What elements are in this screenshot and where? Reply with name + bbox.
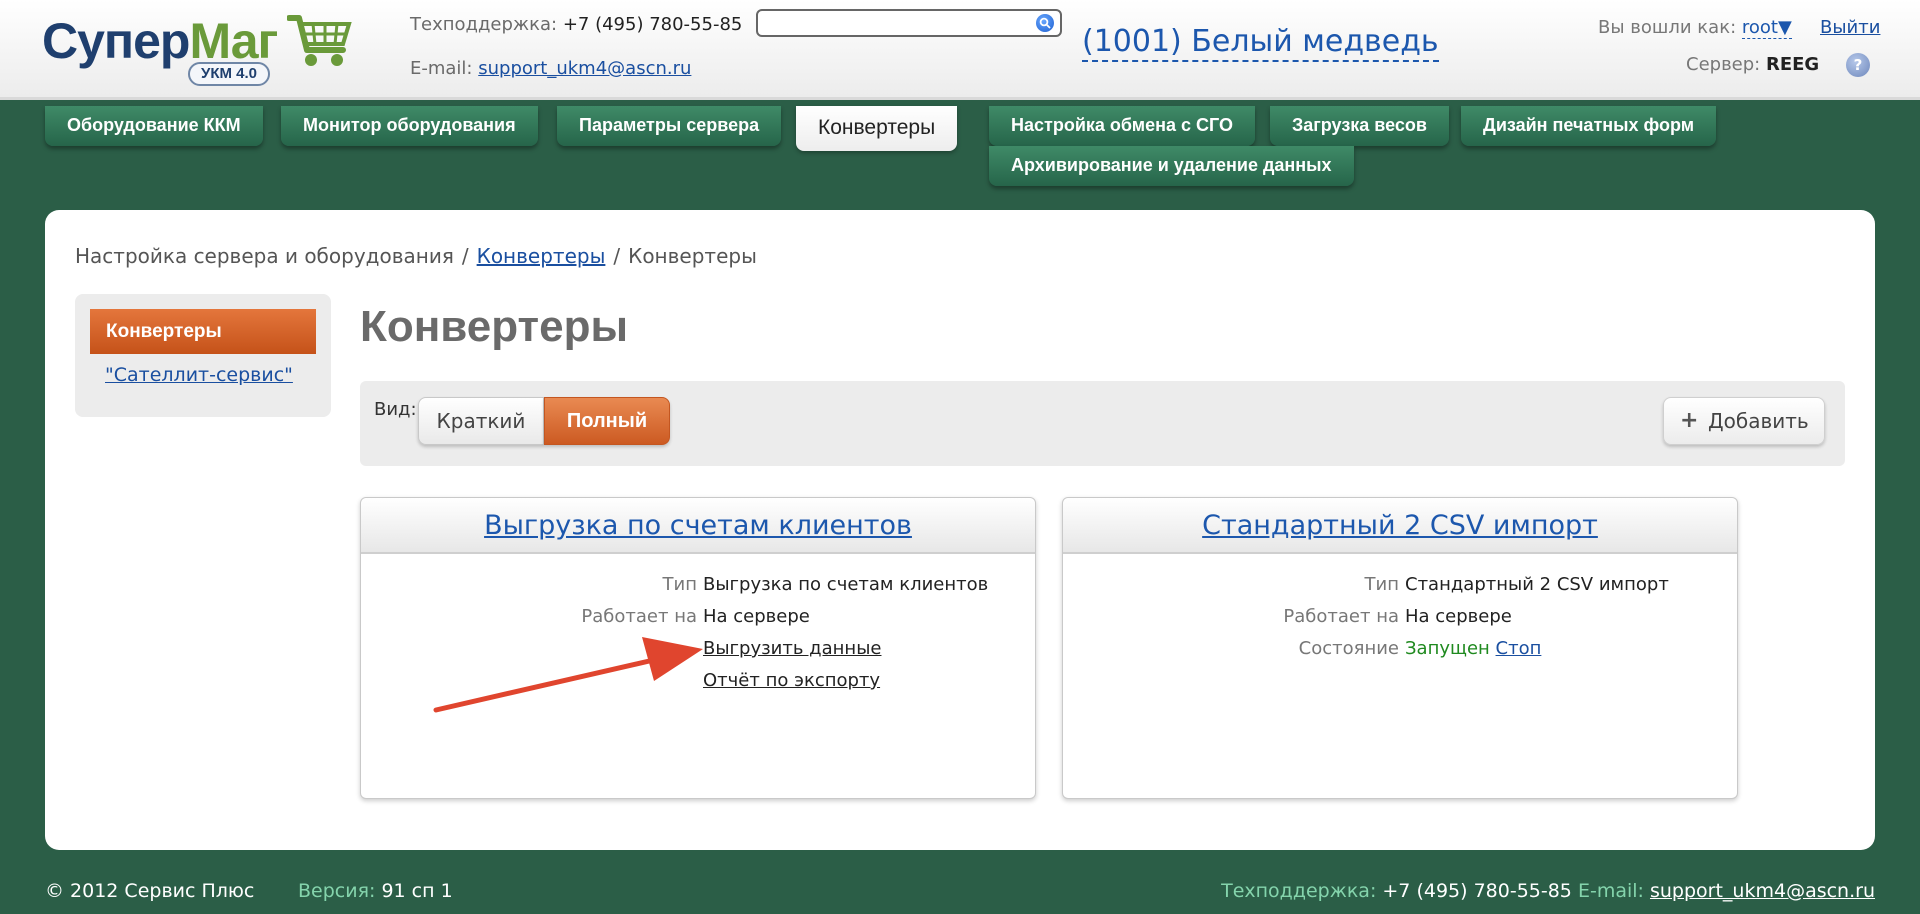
- server-info: Сервер: REEG: [1686, 54, 1819, 75]
- type-label: Тип: [662, 574, 697, 595]
- state-value: Запущен: [1405, 638, 1490, 659]
- runs-on-label: Работает на: [1283, 606, 1399, 627]
- breadcrumb-separator: /: [461, 244, 469, 268]
- breadcrumb-root: Настройка сервера и оборудования: [75, 244, 454, 268]
- chevron-down-icon: ▼: [1777, 17, 1792, 38]
- footer-email-link[interactable]: support_ukm4@ascn.ru: [1650, 880, 1875, 902]
- card-header: Стандартный 2 CSV импорт: [1063, 498, 1737, 554]
- support-label: Техподдержка:: [410, 14, 558, 35]
- footer-support: Техподдержка: +7 (495) 780-55-85 E-mail:…: [1221, 880, 1875, 902]
- runs-on-value: На сервере: [703, 606, 810, 627]
- version-badge: УКМ 4.0: [188, 62, 270, 86]
- export-report-link[interactable]: Отчёт по экспорту: [703, 670, 880, 691]
- breadcrumb-current: Конвертеры: [628, 244, 757, 268]
- login-info: Вы вошли как: root▼: [1598, 17, 1792, 39]
- page-title: Конвертеры: [360, 302, 629, 351]
- logo-part1: Супер: [42, 13, 190, 69]
- view-label: Вид:: [374, 399, 417, 420]
- footer-support-label: Техподдержка:: [1221, 880, 1377, 902]
- annotation-arrow: [433, 637, 703, 713]
- logo[interactable]: СуперМаг УКМ 4.0: [42, 10, 352, 90]
- type-value: Стандартный 2 CSV импорт: [1405, 574, 1669, 595]
- breadcrumb-link-converters[interactable]: Конвертеры: [477, 244, 606, 268]
- user-menu[interactable]: root▼: [1741, 17, 1792, 39]
- card-title-link[interactable]: Стандартный 2 CSV импорт: [1202, 510, 1598, 541]
- type-label: Тип: [1364, 574, 1399, 595]
- store-selector[interactable]: (1001) Белый медведь: [1082, 24, 1439, 62]
- stop-link[interactable]: Стоп: [1496, 638, 1542, 659]
- tab-sgo-exchange[interactable]: Настройка обмена с СГО: [989, 106, 1255, 146]
- add-button-label: Добавить: [1708, 409, 1809, 433]
- username: root: [1741, 17, 1778, 38]
- server-label: Сервер:: [1686, 54, 1761, 75]
- card-header: Выгрузка по счетам клиентов: [361, 498, 1035, 554]
- support-phone: +7 (495) 780-55-85: [562, 14, 743, 35]
- content-panel: Настройка сервера и оборудования / Конверт…: [45, 210, 1875, 850]
- breadcrumb-separator: /: [613, 244, 621, 268]
- footer-version: Версия: 91 сп 1: [298, 880, 453, 902]
- view-short-button[interactable]: Краткий: [418, 397, 544, 445]
- sidebar: Конвертеры "Сателлит-сервис": [75, 294, 331, 417]
- tab-equipment-kkm[interactable]: Оборудование ККМ: [45, 106, 263, 146]
- email-link[interactable]: support_ukm4@ascn.ru: [478, 58, 691, 79]
- converter-card: Стандартный 2 CSV импорт Тип Стандартный…: [1062, 497, 1738, 799]
- view-full-button[interactable]: Полный: [544, 397, 670, 445]
- email-label: E-mail:: [410, 58, 473, 79]
- runs-on-label: Работает на: [581, 606, 697, 627]
- server-name: REEG: [1765, 54, 1820, 75]
- footer-email-label: E-mail:: [1577, 880, 1644, 902]
- cart-icon: [287, 15, 352, 66]
- footer-copyright: © 2012 Сервис Плюс: [45, 880, 255, 902]
- plus-icon: +: [1680, 408, 1699, 433]
- footer: © 2012 Сервис Плюс Версия: 91 сп 1 Техпо…: [0, 880, 1920, 914]
- search-box[interactable]: [756, 9, 1062, 37]
- header: СуперМаг УКМ 4.0 Техподдержка: +7 (495) …: [0, 0, 1920, 100]
- type-value: Выгрузка по счетам клиентов: [703, 574, 989, 595]
- tab-server-params[interactable]: Параметры сервера: [557, 106, 782, 146]
- tab-converters[interactable]: Конвертеры: [796, 106, 958, 151]
- export-data-link[interactable]: Выгрузить данные: [703, 638, 881, 659]
- tab-archiving[interactable]: Архивирование и удаление данных: [989, 146, 1354, 186]
- version-label: Версия:: [298, 880, 376, 902]
- login-label: Вы вошли как:: [1598, 17, 1737, 38]
- add-button[interactable]: + Добавить: [1663, 397, 1825, 445]
- state-value-group: Запущен Стоп: [1405, 638, 1541, 659]
- view-toolbar: Вид: Краткий Полный + Добавить: [360, 381, 1845, 466]
- sidebar-item-satellite-service[interactable]: "Сателлит-сервис": [105, 364, 293, 386]
- breadcrumb: Настройка сервера и оборудования / Конверт…: [75, 244, 757, 268]
- header-support-email: E-mail: support_ukm4@ascn.ru: [410, 58, 691, 79]
- tab-equipment-monitor[interactable]: Монитор оборудования: [281, 106, 538, 146]
- version-value: 91 сп 1: [381, 880, 453, 902]
- state-label: Состояние: [1298, 638, 1399, 659]
- tab-scales-load[interactable]: Загрузка весов: [1270, 106, 1449, 146]
- search-button[interactable]: [1036, 14, 1054, 32]
- logout-link[interactable]: Выйти: [1820, 17, 1880, 38]
- card-title-link[interactable]: Выгрузка по счетам клиентов: [484, 510, 912, 541]
- footer-support-phone: +7 (495) 780-55-85: [1382, 880, 1572, 902]
- logo-part2: Маг: [189, 13, 278, 69]
- search-input[interactable]: [764, 12, 1034, 34]
- help-icon[interactable]: ?: [1846, 53, 1870, 77]
- tab-print-forms-design[interactable]: Дизайн печатных форм: [1461, 106, 1717, 146]
- runs-on-value: На сервере: [1405, 606, 1512, 627]
- sidebar-item-converters[interactable]: Конвертеры: [90, 309, 316, 354]
- header-support-phone: Техподдержка: +7 (495) 780-55-85: [410, 14, 742, 35]
- search-icon: [1039, 17, 1051, 29]
